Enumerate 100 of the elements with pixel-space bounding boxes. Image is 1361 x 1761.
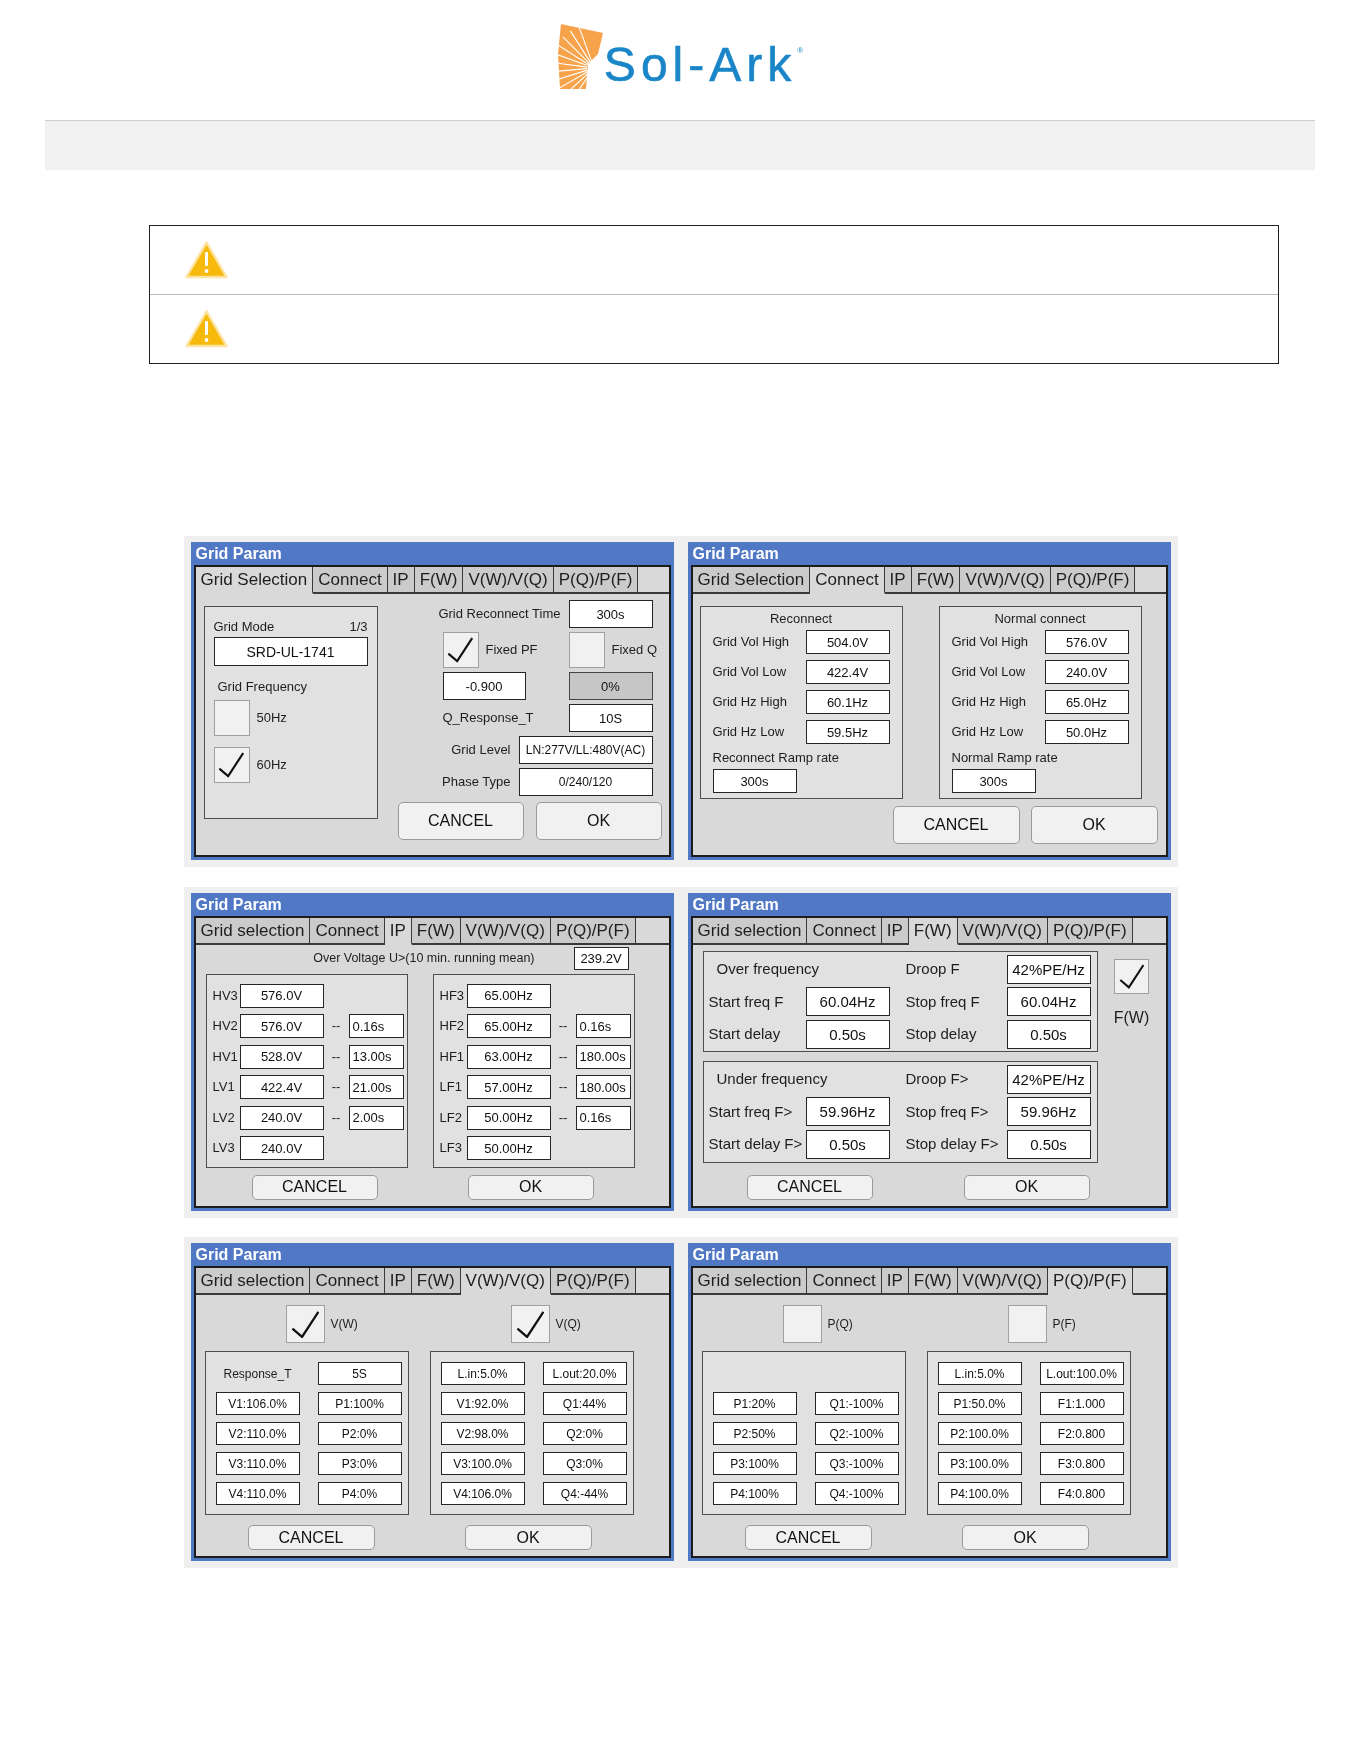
input-field[interactable]: F2:0.800	[1039, 1422, 1124, 1445]
input-field[interactable]: 422.4V	[239, 1075, 324, 1100]
tab[interactable]: Connect	[310, 1268, 385, 1295]
input-field[interactable]: F4:0.800	[1039, 1482, 1124, 1505]
input-field[interactable]: P4:0%	[317, 1482, 402, 1505]
input-field[interactable]: 50.00Hz	[466, 1105, 551, 1130]
dialog-button[interactable]: OK	[1030, 806, 1158, 844]
input-field[interactable]: SRD-UL-1741	[213, 637, 368, 666]
input-field[interactable]: F1:1.000	[1039, 1392, 1124, 1415]
tab[interactable]: F(W)	[911, 567, 961, 594]
input-field[interactable]: 576.0V	[1044, 630, 1129, 654]
tab[interactable]: IP	[384, 1268, 412, 1295]
input-field[interactable]: Q2:-100%	[814, 1422, 899, 1445]
input-field[interactable]: 59.96Hz	[1006, 1097, 1091, 1126]
input-field[interactable]: LN:277V/LL:480V(AC)	[518, 736, 653, 764]
checkbox[interactable]	[213, 700, 250, 736]
tab[interactable]: F(W)	[414, 567, 464, 594]
dialog-button[interactable]: OK	[963, 1174, 1090, 1200]
tab[interactable]: F(W)	[411, 917, 461, 945]
input-field[interactable]: Q1:-100%	[814, 1392, 899, 1415]
input-field[interactable]: F3:0.800	[1039, 1452, 1124, 1475]
input-field[interactable]: V4:110.0%	[215, 1482, 300, 1505]
tab[interactable]: P(Q)/P(F)	[553, 567, 639, 594]
input-field[interactable]: P3:100.0%	[937, 1452, 1022, 1475]
tab[interactable]: IP	[387, 567, 415, 594]
tab[interactable]: Grid selection	[692, 1268, 808, 1295]
input-field[interactable]: V2:110.0%	[215, 1422, 300, 1445]
input-field[interactable]: V2:98.0%	[440, 1422, 525, 1445]
checkbox[interactable]	[213, 747, 250, 783]
input-field[interactable]: V1:106.0%	[215, 1392, 300, 1415]
input-field[interactable]: P2:100.0%	[937, 1422, 1022, 1445]
input-field[interactable]: 0.16s	[575, 1014, 631, 1039]
input-field[interactable]: P4:100%	[712, 1482, 797, 1505]
input-field[interactable]: P1:50.0%	[937, 1392, 1022, 1415]
input-field[interactable]: 59.96Hz	[805, 1097, 890, 1126]
checkbox[interactable]	[1114, 958, 1149, 994]
dialog-button[interactable]: CANCEL	[251, 1174, 378, 1200]
input-field[interactable]: 63.00Hz	[466, 1044, 551, 1069]
input-field[interactable]: 65.00Hz	[466, 983, 551, 1008]
input-field[interactable]: 576.0V	[239, 1014, 324, 1039]
input-field[interactable]: 50.00Hz	[466, 1136, 551, 1161]
tab[interactable]: P(Q)/P(F)	[550, 1268, 636, 1295]
input-field[interactable]: 239.2V	[573, 946, 629, 970]
tab[interactable]: V(W)/V(Q)	[957, 917, 1048, 945]
tab[interactable]: F(W)	[411, 1268, 461, 1295]
dialog-button[interactable]: OK	[961, 1525, 1089, 1550]
input-field[interactable]: 0.50s	[1006, 1129, 1091, 1159]
tab[interactable]: Grid selection	[195, 1268, 311, 1295]
input-field[interactable]: 57.00Hz	[466, 1075, 551, 1100]
input-field[interactable]: 180.00s	[575, 1075, 631, 1100]
input-field[interactable]: Q4:-100%	[814, 1482, 899, 1505]
input-field[interactable]: Q2:0%	[542, 1422, 627, 1445]
input-field[interactable]: Q3:0%	[542, 1452, 627, 1475]
input-field[interactable]: 59.5Hz	[805, 720, 890, 744]
input-field[interactable]: P4:100.0%	[937, 1482, 1022, 1505]
dialog-button[interactable]: OK	[464, 1525, 592, 1550]
input-field[interactable]: 65.00Hz	[466, 1014, 551, 1039]
tab[interactable]: V(W)/V(Q)	[460, 917, 551, 945]
input-field[interactable]: P2:0%	[317, 1422, 402, 1445]
input-field[interactable]: -0.900	[442, 672, 526, 700]
checkbox[interactable]	[782, 1305, 822, 1343]
input-field[interactable]: 0.50s	[805, 1129, 890, 1159]
dialog-button[interactable]: CANCEL	[744, 1525, 872, 1550]
input-field[interactable]: 60.04Hz	[1006, 987, 1091, 1016]
input-field[interactable]: Q4:-44%	[542, 1482, 627, 1505]
input-field[interactable]: V3:110.0%	[215, 1452, 300, 1475]
input-field[interactable]: 180.00s	[575, 1044, 631, 1069]
input-field[interactable]: L.out:100.0%	[1039, 1362, 1124, 1385]
tab[interactable]: Grid selection	[195, 917, 311, 945]
dialog-button[interactable]: CANCEL	[397, 802, 524, 840]
input-field[interactable]: 576.0V	[239, 983, 324, 1008]
dialog-button[interactable]: OK	[467, 1174, 594, 1200]
input-field[interactable]: 300s	[568, 600, 653, 628]
input-field[interactable]: 10S	[568, 704, 653, 732]
input-field[interactable]: 240.0V	[239, 1105, 324, 1130]
input-field[interactable]: 504.0V	[805, 630, 890, 654]
input-field[interactable]: 5S	[317, 1362, 402, 1385]
tab[interactable]: IP	[881, 1268, 909, 1295]
input-field[interactable]: P3:100%	[712, 1452, 797, 1475]
input-field[interactable]: 0.16s	[575, 1105, 631, 1130]
tab[interactable]: F(W)	[908, 1268, 958, 1295]
tab[interactable]: V(W)/V(Q)	[463, 567, 554, 594]
input-field[interactable]: 300s	[712, 769, 797, 793]
input-field[interactable]: 50.0Hz	[1044, 720, 1129, 744]
input-field[interactable]: 0.16s	[348, 1014, 404, 1039]
tab[interactable]: IP	[881, 917, 909, 945]
tab[interactable]: Connect	[807, 1268, 882, 1295]
input-field[interactable]: L.out:20.0%	[542, 1362, 627, 1385]
input-field[interactable]: 300s	[951, 769, 1036, 793]
tab[interactable]: V(W)/V(Q)	[957, 1268, 1048, 1295]
input-field[interactable]: L.in:5.0%	[937, 1362, 1022, 1385]
input-field[interactable]: 65.0Hz	[1044, 690, 1129, 714]
input-field[interactable]: 0.50s	[1006, 1019, 1091, 1049]
input-field[interactable]: 2.00s	[348, 1105, 404, 1130]
input-field[interactable]: V1:92.0%	[440, 1392, 525, 1415]
input-field[interactable]: 60.04Hz	[805, 987, 890, 1016]
tab[interactable]: V(W)/V(Q)	[960, 567, 1051, 594]
input-field[interactable]: 13.00s	[348, 1044, 404, 1069]
input-field[interactable]: 422.4V	[805, 660, 890, 684]
input-field[interactable]: P1:20%	[712, 1392, 797, 1415]
